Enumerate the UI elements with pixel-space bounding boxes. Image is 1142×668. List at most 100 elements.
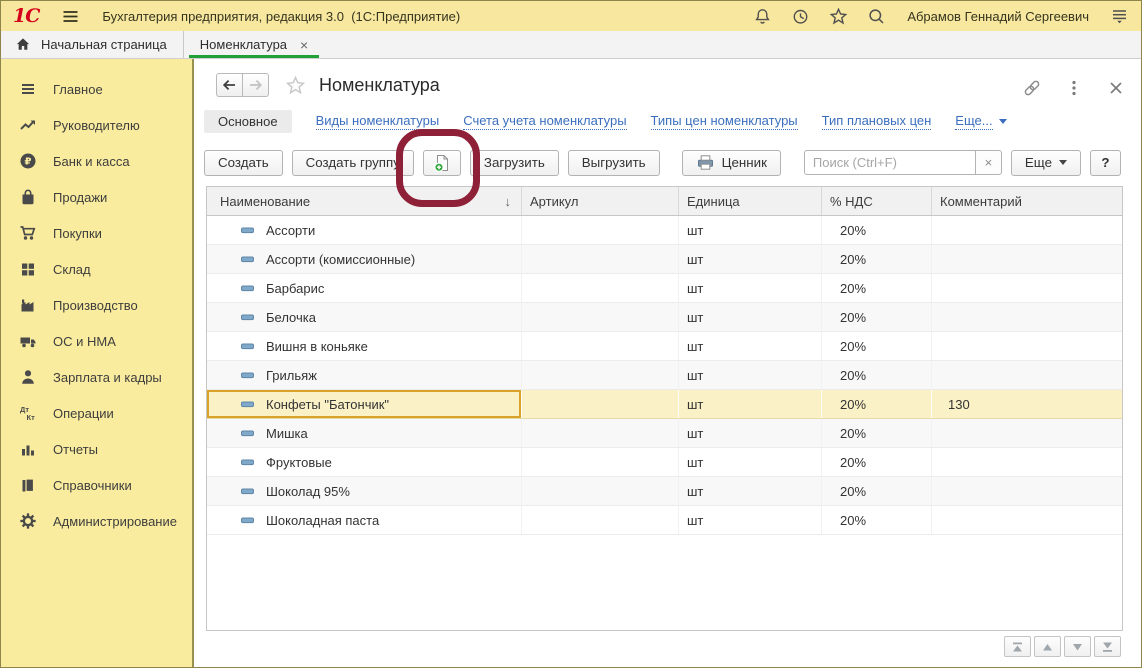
sidebar-item-bank-cash[interactable]: ₽Банк и касса xyxy=(1,143,192,179)
cell-vat[interactable]: 20% xyxy=(822,332,932,360)
add-to-favorites-star-icon[interactable] xyxy=(285,75,306,96)
sidebar-item-administration[interactable]: Администрирование xyxy=(1,503,192,539)
table-row[interactable]: Белочка шт20% xyxy=(207,303,1122,332)
cell-unit[interactable]: шт xyxy=(679,419,822,447)
service-menu-icon[interactable] xyxy=(1110,7,1129,26)
cell-vat[interactable]: 20% xyxy=(822,216,932,244)
cell-comment[interactable] xyxy=(932,361,1122,389)
cell-unit[interactable]: шт xyxy=(679,303,822,331)
cell-name[interactable]: Фруктовые xyxy=(207,448,522,476)
cell-artikul[interactable] xyxy=(522,477,679,505)
cell-comment[interactable] xyxy=(932,477,1122,505)
notifications-bell-icon[interactable] xyxy=(753,7,772,26)
go-first-button[interactable] xyxy=(1004,636,1031,657)
nav-link-2[interactable]: Типы цен номенклатуры xyxy=(651,113,798,130)
sidebar-item-reports[interactable]: Отчеты xyxy=(1,431,192,467)
nav-more-link[interactable]: Еще... xyxy=(955,113,1006,130)
cell-name[interactable]: Шоколадная паста xyxy=(207,506,522,534)
column-header-artikul[interactable]: Артикул xyxy=(522,187,679,215)
cell-vat[interactable]: 20% xyxy=(822,303,932,331)
copy-item-button[interactable] xyxy=(423,150,461,176)
column-header-unit[interactable]: Единица xyxy=(679,187,822,215)
get-link-icon[interactable] xyxy=(1023,79,1041,97)
column-header-name[interactable]: Наименование↓ xyxy=(207,187,522,215)
tab-nomenclature[interactable]: Номенклатура × xyxy=(184,31,324,58)
search-clear-icon[interactable]: × xyxy=(975,150,1002,175)
cell-name[interactable]: Вишня в коньяке xyxy=(207,332,522,360)
cell-name[interactable]: Мишка xyxy=(207,419,522,447)
cell-artikul[interactable] xyxy=(522,332,679,360)
nav-link-3[interactable]: Тип плановых цен xyxy=(822,113,932,130)
cell-comment[interactable] xyxy=(932,419,1122,447)
cell-name[interactable]: Барбарис xyxy=(207,274,522,302)
tab-close-icon[interactable]: × xyxy=(300,37,308,53)
cell-artikul[interactable] xyxy=(522,419,679,447)
cell-comment[interactable] xyxy=(932,448,1122,476)
sidebar-item-operations[interactable]: ДтКтОперации xyxy=(1,395,192,431)
cell-unit[interactable]: шт xyxy=(679,216,822,244)
more-options-kebab-icon[interactable] xyxy=(1065,79,1083,97)
cell-name[interactable]: Ассорти xyxy=(207,216,522,244)
sidebar-item-production[interactable]: Производство xyxy=(1,287,192,323)
close-form-icon[interactable] xyxy=(1107,79,1125,97)
main-menu-icon[interactable] xyxy=(61,7,80,26)
history-icon[interactable] xyxy=(791,7,810,26)
cell-vat[interactable]: 20% xyxy=(822,506,932,534)
table-row[interactable]: Грильяж шт20% xyxy=(207,361,1122,390)
cell-name[interactable]: Белочка xyxy=(207,303,522,331)
cell-artikul[interactable] xyxy=(522,274,679,302)
cell-name[interactable]: Ассорти (комиссионные) xyxy=(207,245,522,273)
more-button[interactable]: Еще xyxy=(1011,150,1081,176)
cell-unit[interactable]: шт xyxy=(679,332,822,360)
sidebar-item-sales[interactable]: Продажи xyxy=(1,179,192,215)
cell-unit[interactable]: шт xyxy=(679,390,822,418)
table-row[interactable]: Шоколадная паста шт20% xyxy=(207,506,1122,535)
cell-artikul[interactable] xyxy=(522,506,679,534)
current-user[interactable]: Абрамов Геннадий Сергеевич xyxy=(907,9,1089,24)
cell-unit[interactable]: шт xyxy=(679,361,822,389)
sidebar-item-purchases[interactable]: Покупки xyxy=(1,215,192,251)
cell-vat[interactable]: 20% xyxy=(822,419,932,447)
sidebar-item-os-nma[interactable]: ОС и НМА xyxy=(1,323,192,359)
cell-name[interactable]: Конфеты "Батончик" xyxy=(207,390,522,418)
nav-link-0[interactable]: Виды номенклатуры xyxy=(316,113,440,130)
cell-artikul[interactable] xyxy=(522,303,679,331)
cell-vat[interactable]: 20% xyxy=(822,448,932,476)
sidebar-item-salary-hr[interactable]: Зарплата и кадры xyxy=(1,359,192,395)
price-tag-button[interactable]: Ценник xyxy=(682,150,781,176)
cell-vat[interactable]: 20% xyxy=(822,274,932,302)
go-last-button[interactable] xyxy=(1094,636,1121,657)
sidebar-item-warehouse[interactable]: Склад xyxy=(1,251,192,287)
sidebar-item-main[interactable]: Главное xyxy=(1,71,192,107)
table-row[interactable]: Фруктовые шт20% xyxy=(207,448,1122,477)
favorites-star-icon[interactable] xyxy=(829,7,848,26)
create-button[interactable]: Создать xyxy=(204,150,283,176)
cell-artikul[interactable] xyxy=(522,361,679,389)
cell-unit[interactable]: шт xyxy=(679,506,822,534)
cell-comment[interactable] xyxy=(932,245,1122,273)
cell-unit[interactable]: шт xyxy=(679,274,822,302)
sidebar-item-manager[interactable]: Руководителю xyxy=(1,107,192,143)
cell-vat[interactable]: 20% xyxy=(822,361,932,389)
cell-vat[interactable]: 20% xyxy=(822,390,932,418)
cell-artikul[interactable] xyxy=(522,245,679,273)
table-row[interactable]: Мишка шт20% xyxy=(207,419,1122,448)
unload-button[interactable]: Выгрузить xyxy=(568,150,660,176)
cell-name[interactable]: Грильяж xyxy=(207,361,522,389)
cell-unit[interactable]: шт xyxy=(679,448,822,476)
column-header-vat[interactable]: % НДС xyxy=(822,187,932,215)
cell-comment[interactable] xyxy=(932,216,1122,244)
table-row[interactable]: Вишня в коньяке шт20% xyxy=(207,332,1122,361)
cell-comment[interactable] xyxy=(932,506,1122,534)
go-down-button[interactable] xyxy=(1064,636,1091,657)
table-row[interactable]: Шоколад 95%шт20% xyxy=(207,477,1122,506)
global-search-icon[interactable] xyxy=(867,7,886,26)
load-button[interactable]: Загрузить xyxy=(470,150,559,176)
search-input[interactable] xyxy=(804,150,976,175)
create-group-button[interactable]: Создать группу xyxy=(292,150,414,176)
cell-artikul[interactable] xyxy=(522,216,679,244)
sidebar-item-references[interactable]: Справочники xyxy=(1,467,192,503)
cell-vat[interactable]: 20% xyxy=(822,477,932,505)
tab-home[interactable]: Начальная страница xyxy=(1,31,184,58)
cell-artikul[interactable] xyxy=(522,448,679,476)
